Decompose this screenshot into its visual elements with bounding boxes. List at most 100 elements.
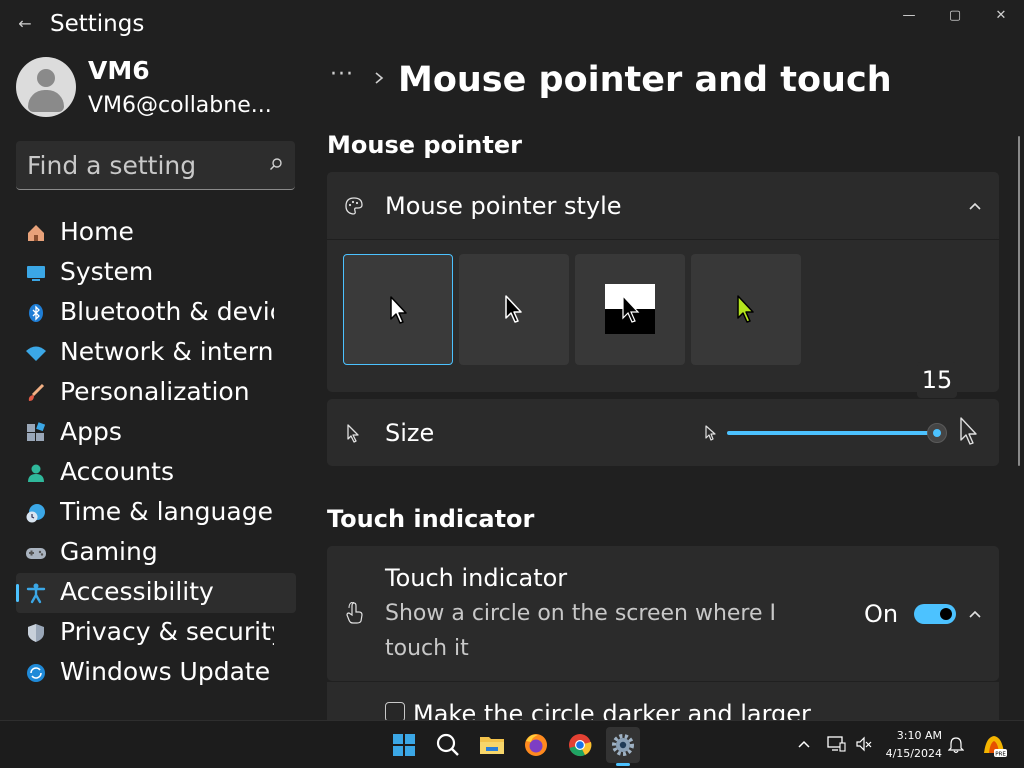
- title-bar: ← Settings — ▢ ✕: [0, 0, 1024, 50]
- home-icon: [28, 225, 44, 241]
- back-button[interactable]: ←: [14, 12, 36, 36]
- sidebar-item-label: Gaming: [60, 537, 158, 566]
- darker-circle-checkbox[interactable]: [385, 702, 405, 722]
- sidebar-item-time-language[interactable]: Time & language: [16, 493, 296, 533]
- sidebar-item-system[interactable]: System: [16, 253, 296, 293]
- sidebar-item-privacy-security[interactable]: Privacy & security: [16, 613, 296, 653]
- user-name: VM6: [88, 56, 150, 85]
- touch-indicator-toggle[interactable]: [914, 604, 956, 624]
- pointer-style-white-option[interactable]: [343, 254, 453, 365]
- sidebar-item-bluetooth[interactable]: Bluetooth & devic: [16, 293, 296, 333]
- avatar[interactable]: [16, 57, 76, 117]
- minimize-icon: —: [902, 8, 916, 23]
- sidebar-item-label: Bluetooth & devic: [60, 297, 274, 326]
- size-label: Size: [385, 419, 435, 447]
- system-icon: [27, 266, 45, 281]
- touch-indicator-title: Touch indicator: [385, 564, 568, 592]
- small-pointer-icon: [705, 425, 716, 441]
- apps-icon: [27, 422, 46, 441]
- update-icon: [27, 664, 45, 682]
- gamepad-icon: [26, 548, 46, 559]
- toggle-state-label: On: [864, 600, 899, 628]
- sidebar-nav: Home System Bluetooth & devic Network & …: [16, 213, 296, 693]
- pointer-style-inverted-option[interactable]: [575, 254, 685, 365]
- custom-color-cursor-icon: [737, 295, 754, 323]
- sidebar-item-label: Time & language: [60, 497, 273, 526]
- maximize-icon: ▢: [948, 8, 962, 23]
- breadcrumb-overflow-button[interactable]: ···: [330, 62, 354, 87]
- svg-text:PRE: PRE: [995, 752, 1006, 758]
- sidebar-item-network[interactable]: Network & intern: [16, 333, 296, 373]
- user-email: VM6@collabne...: [88, 93, 272, 118]
- settings-icon[interactable]: [609, 731, 637, 759]
- sidebar-item-label: Network & intern: [60, 337, 274, 366]
- avatar-body: [28, 90, 64, 112]
- app-title: Settings: [50, 11, 145, 37]
- sidebar-item-label: Accounts: [60, 457, 174, 486]
- touch-indicator-description-line1: Show a circle on the screen where I: [385, 601, 777, 626]
- chevron-right-icon: [375, 72, 384, 84]
- palette-icon: [345, 197, 363, 215]
- touch-indicator-card[interactable]: Touch indicator Show a circle on the scr…: [327, 546, 999, 681]
- mouse-pointer-style-label: Mouse pointer style: [385, 192, 622, 220]
- sidebar-item-label: System: [60, 257, 154, 286]
- minimize-button[interactable]: —: [887, 4, 931, 28]
- sidebar-item-accounts[interactable]: Accounts: [16, 453, 296, 493]
- sidebar-item-apps[interactable]: Apps: [16, 413, 296, 453]
- network-status-icon[interactable]: [826, 735, 846, 753]
- accounts-icon: [28, 464, 44, 482]
- start-icon[interactable]: [390, 731, 418, 759]
- pointer-style-custom-option[interactable]: [691, 254, 801, 365]
- white-cursor-icon: [390, 296, 407, 324]
- sidebar-item-label: Apps: [60, 417, 122, 446]
- large-pointer-icon: [960, 417, 977, 445]
- main-scrollbar[interactable]: [1018, 136, 1020, 466]
- bluetooth-icon: [29, 304, 43, 322]
- touch-indicator-description-line2: touch it: [385, 636, 469, 661]
- sidebar-item-label: Windows Update: [60, 657, 271, 686]
- section-title-mouse-pointer: Mouse pointer: [327, 131, 522, 159]
- firefox-icon[interactable]: [522, 731, 550, 759]
- active-app-indicator: [616, 763, 630, 766]
- search-input[interactable]: Find a setting: [16, 141, 295, 190]
- notification-bell-icon[interactable]: [948, 736, 964, 754]
- file-explorer-icon[interactable]: [478, 731, 506, 759]
- close-icon: ✕: [995, 8, 1007, 23]
- maximize-button[interactable]: ▢: [933, 4, 977, 28]
- sidebar-item-label: Privacy & security: [60, 617, 274, 646]
- copilot-pre-icon[interactable]: PRE: [980, 731, 1008, 759]
- clock-date[interactable]: 4/15/2024: [880, 747, 942, 760]
- darker-circle-label: Make the circle darker and larger: [413, 700, 811, 720]
- shield-icon: [28, 624, 44, 642]
- sidebar-item-label: Personalization: [60, 377, 250, 406]
- black-cursor-icon: [505, 295, 522, 323]
- sidebar-item-personalization[interactable]: Personalization: [16, 373, 296, 413]
- sidebar-item-label: Accessibility: [60, 577, 214, 606]
- back-arrow-icon: ←: [18, 14, 32, 33]
- section-title-touch-indicator: Touch indicator: [327, 505, 535, 533]
- size-slider-track[interactable]: [727, 431, 937, 435]
- sidebar-item-gaming[interactable]: Gaming: [16, 533, 296, 573]
- clock-time[interactable]: 3:10 AM: [880, 729, 942, 742]
- globe-clock-icon: [26, 504, 45, 523]
- sidebar-item-label: Home: [60, 217, 134, 246]
- sidebar-item-home[interactable]: Home: [16, 213, 296, 253]
- search-icon[interactable]: [434, 731, 462, 759]
- volume-muted-icon[interactable]: [855, 736, 873, 752]
- sidebar-item-windows-update[interactable]: Windows Update: [16, 653, 296, 693]
- close-button[interactable]: ✕: [979, 4, 1023, 28]
- chevron-up-icon[interactable]: [797, 739, 811, 749]
- search-placeholder: Find a setting: [27, 151, 197, 180]
- network-icon: [26, 346, 46, 361]
- sidebar-item-accessibility[interactable]: Accessibility: [16, 573, 296, 613]
- chevron-up-icon: [969, 202, 981, 210]
- mouse-pointer-style-header[interactable]: Mouse pointer style: [327, 172, 999, 239]
- divider: [327, 239, 999, 240]
- inverted-cursor-icon: [605, 284, 655, 334]
- size-value-tooltip: 15: [917, 362, 957, 398]
- chevron-up-icon[interactable]: [968, 609, 982, 619]
- size-slider-thumb[interactable]: [927, 423, 947, 443]
- pointer-style-black-option[interactable]: [459, 254, 569, 365]
- chrome-icon[interactable]: [566, 731, 594, 759]
- darker-circle-label-clip: Make the circle darker and larger: [413, 698, 993, 720]
